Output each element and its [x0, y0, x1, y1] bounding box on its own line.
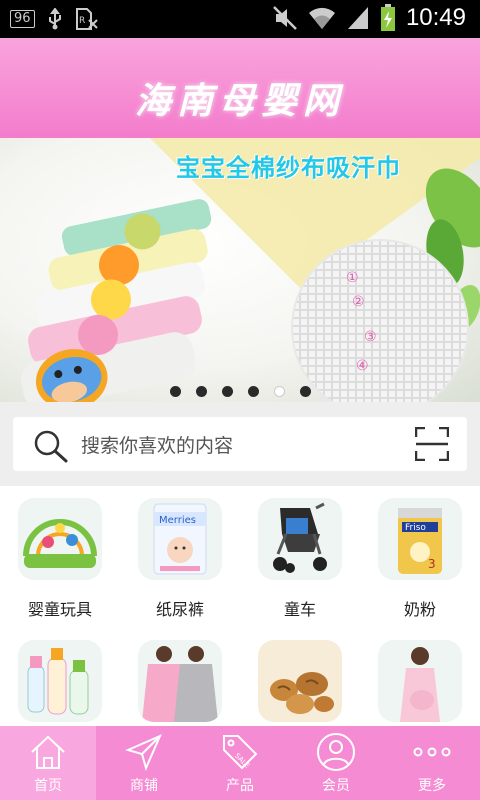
- banner-dot-5[interactable]: [274, 386, 285, 397]
- banner-caption: 宝宝全棉纱布吸汗巾: [176, 154, 401, 182]
- app-header: 海南母婴网: [0, 38, 480, 138]
- banner-marker-1: ①: [346, 270, 359, 286]
- clock: 10:49: [405, 4, 466, 31]
- nursing-cape-image: [138, 640, 222, 722]
- nav-more[interactable]: 更多: [384, 726, 480, 800]
- banner-dot-1[interactable]: [170, 386, 181, 397]
- signal-icon: [346, 5, 370, 31]
- category-label: 婴童玩具: [27, 600, 92, 619]
- banner-dot-6[interactable]: [300, 386, 311, 397]
- category-strollers[interactable]: 童车: [240, 486, 360, 636]
- home-icon: [28, 732, 68, 772]
- formula-can-image: Friso 3: [378, 498, 462, 580]
- status-bar: 96 R 10:49: [0, 0, 480, 38]
- notification-count-badge: 96: [10, 10, 35, 28]
- banner-marker-4: ④: [356, 358, 369, 374]
- nav-home[interactable]: 首页: [0, 726, 96, 800]
- battery-icon: [380, 4, 396, 32]
- nav-label: 会员: [322, 778, 350, 794]
- category-toys[interactable]: 婴童玩具: [0, 486, 120, 636]
- svg-text:Friso: Friso: [405, 523, 426, 533]
- category-bottles[interactable]: [0, 628, 120, 728]
- nav-shops[interactable]: 商铺: [96, 726, 192, 800]
- baby-bottles-image: [18, 640, 102, 722]
- maternity-wear-image: [378, 640, 462, 722]
- nav-member[interactable]: 会员: [288, 726, 384, 800]
- sale-tag-icon: SALE: [220, 732, 260, 772]
- diaper-pack-image: Merries: [138, 498, 222, 580]
- user-icon: [316, 732, 356, 772]
- svg-text:Merries: Merries: [159, 515, 196, 526]
- nav-label: 更多: [418, 778, 446, 794]
- scan-icon[interactable]: [414, 426, 450, 465]
- send-icon: [124, 732, 164, 772]
- nav-label: 商铺: [130, 778, 158, 794]
- banner-dot-3[interactable]: [222, 386, 233, 397]
- svg-text:3: 3: [428, 557, 436, 571]
- category-nursing[interactable]: [120, 628, 240, 728]
- mute-icon: [272, 5, 298, 31]
- category-label: 纸尿裤: [155, 600, 204, 619]
- page-title: 海南母婴网: [134, 80, 345, 122]
- banner-dot-4[interactable]: [248, 386, 259, 397]
- usb-icon: [47, 8, 63, 30]
- category-snacks[interactable]: [240, 628, 360, 728]
- search-area: 搜索你喜欢的内容: [0, 402, 480, 486]
- search-input[interactable]: 搜索你喜欢的内容: [13, 417, 467, 471]
- svg-text:R: R: [79, 16, 85, 26]
- nav-label: 产品: [226, 778, 254, 794]
- category-diapers[interactable]: Merries 纸尿裤: [120, 486, 240, 636]
- banner-dot-2[interactable]: [196, 386, 207, 397]
- banner-marker-3: ③: [364, 329, 377, 345]
- more-icon: [412, 732, 452, 772]
- search-icon: [33, 429, 69, 467]
- nav-products[interactable]: SALE 产品: [192, 726, 288, 800]
- walnut-snacks-image: [258, 640, 342, 722]
- baby-gym-image: [18, 498, 102, 580]
- nav-label: 首页: [34, 778, 62, 794]
- stroller-image: [258, 498, 342, 580]
- sim-icon: R: [75, 8, 99, 30]
- category-label: 奶粉: [403, 600, 436, 619]
- wifi-icon: [308, 5, 336, 31]
- category-maternity[interactable]: [360, 628, 480, 728]
- category-formula[interactable]: Friso 3 奶粉: [360, 486, 480, 636]
- category-label: 童车: [283, 600, 316, 619]
- bottom-nav: 首页 商铺 SALE 产品 会员 更多: [0, 726, 480, 800]
- banner-pagination[interactable]: [170, 386, 311, 397]
- banner-marker-2: ②: [352, 294, 365, 310]
- search-placeholder: 搜索你喜欢的内容: [81, 435, 234, 457]
